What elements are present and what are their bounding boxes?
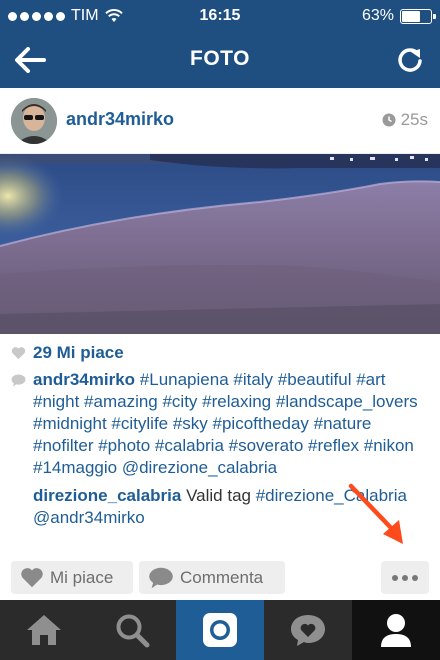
more-dots-icon: [392, 574, 398, 581]
tab-camera[interactable]: [176, 600, 264, 660]
battery-icon: [400, 8, 436, 24]
post-timestamp: 25s: [382, 110, 428, 130]
post-actions: Mi piace Commenta: [0, 556, 440, 600]
camera-icon: [203, 613, 237, 647]
likes-count[interactable]: 29 Mi piace: [11, 343, 124, 363]
heart-icon: [21, 568, 43, 588]
likes-label: 29 Mi piace: [33, 343, 124, 362]
comment-bubble-icon: [11, 374, 26, 387]
comment-username[interactable]: direzione_calabria: [33, 486, 181, 505]
like-button[interactable]: Mi piace: [11, 561, 133, 594]
comment-button-label: Commenta: [180, 567, 264, 587]
caption-username[interactable]: andr34mirko: [33, 370, 135, 389]
tab-search[interactable]: [88, 600, 176, 660]
heart-icon: [11, 347, 26, 360]
home-icon: [27, 615, 61, 645]
status-bar: TIM 16:15 63%: [0, 0, 440, 32]
post-username[interactable]: andr34mirko: [66, 109, 174, 130]
annotation-arrow-icon: [348, 483, 403, 544]
page-title: FOTO: [190, 47, 250, 70]
search-icon: [116, 614, 150, 648]
tab-profile[interactable]: [352, 600, 440, 660]
clock-icon: [382, 113, 396, 127]
more-options-button[interactable]: [381, 561, 429, 594]
timestamp-label: 25s: [400, 110, 428, 129]
avatar[interactable]: [11, 98, 57, 144]
profile-icon: [381, 614, 411, 647]
battery-status: 63%: [361, 7, 436, 25]
post-photo[interactable]: [0, 154, 440, 334]
refresh-icon: [398, 48, 422, 72]
activity-heart-icon: [291, 615, 325, 646]
post-header: andr34mirko 25s: [0, 88, 440, 154]
tab-bar: [0, 600, 440, 660]
tab-home[interactable]: [0, 600, 88, 660]
comment-text: Valid tag: [186, 486, 251, 505]
tab-activity[interactable]: [264, 600, 352, 660]
nav-bar: FOTO: [0, 32, 440, 88]
comment-button[interactable]: Commenta: [139, 561, 285, 594]
comment-bubble-icon: [149, 567, 173, 588]
caption: andr34mirko #Lunapiena #italy #beautiful…: [11, 369, 431, 479]
battery-percent: 63%: [361, 7, 394, 24]
refresh-button[interactable]: [390, 42, 430, 78]
like-button-label: Mi piace: [50, 567, 114, 587]
